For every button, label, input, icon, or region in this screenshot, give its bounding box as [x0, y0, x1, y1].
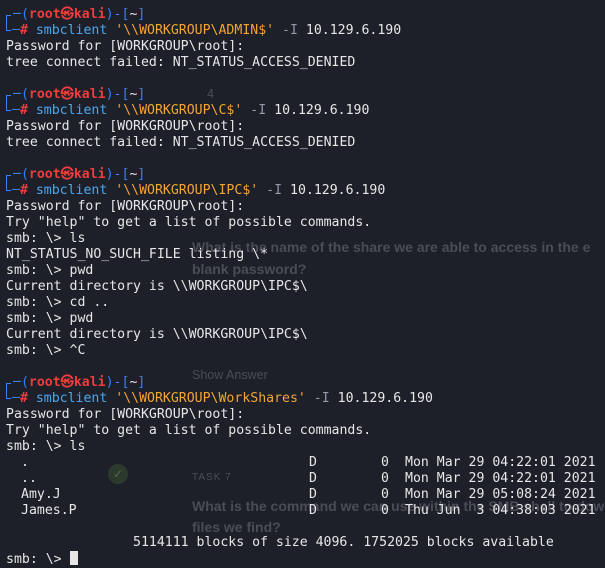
active-prompt[interactable]: smb: \>	[6, 551, 605, 567]
prompt-corner-top-icon	[6, 95, 11, 103]
smb-prompt: smb: \>	[6, 552, 70, 567]
prompt-corner-bottom-icon	[6, 103, 11, 111]
output-line: smb: \> pwd	[6, 263, 94, 278]
output-line: tree connect failed: NT_STATUS_ACCESS_DE…	[6, 135, 356, 150]
text-cursor	[69, 551, 78, 565]
command-line: ─# smbclient '\\WORKGROUP\IPC$' -I 10.12…	[6, 183, 605, 199]
output-line: smb: \> pwd	[6, 311, 94, 326]
prompt-header: ─(root㉿kali)-[~]	[6, 375, 605, 391]
terminal-output[interactable]: ─(root㉿kali)-[~] ─# smbclient '\\WORKGRO…	[6, 7, 605, 567]
prompt-header: ─(root㉿kali)-[~]	[6, 7, 605, 23]
output-line: tree connect failed: NT_STATUS_ACCESS_DE…	[6, 55, 356, 70]
output-line: Try "help" to get a list of possible com…	[6, 215, 372, 230]
prompt-corner-bottom-icon	[6, 391, 11, 399]
prompt-corner-top-icon	[6, 175, 11, 183]
output-line: smb: \> cd ..	[6, 295, 110, 310]
listing-row: James.P D 0 Thu Jun 3 04:38:03 2021	[21, 503, 596, 518]
prompt-corner-top-icon	[6, 15, 11, 23]
listing-row: . D 0 Mon Mar 29 04:22:01 2021	[21, 455, 596, 470]
prompt-header: ─(root㉿kali)-[~]	[6, 87, 605, 103]
output-line: Password for [WORKGROUP\root]:	[6, 199, 245, 214]
output-line: Password for [WORKGROUP\root]:	[6, 407, 245, 422]
output-line: smb: \> ls	[6, 439, 86, 454]
prompt-header: ─(root㉿kali)-[~]	[6, 167, 605, 183]
output-line: smb: \> ls	[6, 231, 86, 246]
output-line: Password for [WORKGROUP\root]:	[6, 39, 245, 54]
output-line: Password for [WORKGROUP\root]:	[6, 119, 245, 134]
blocks-summary: 5114111 blocks of size 4096. 1752025 blo…	[133, 535, 554, 550]
listing-row: Amy.J D 0 Mon Mar 29 05:08:24 2021	[21, 487, 596, 502]
command-line: ─# smbclient '\\WORKGROUP\ADMIN$' -I 10.…	[6, 23, 605, 39]
prompt-corner-bottom-icon	[6, 183, 11, 191]
output-line: NT_STATUS_NO_SUCH_FILE listing \*	[6, 247, 269, 262]
output-line: Try "help" to get a list of possible com…	[6, 423, 372, 438]
command-line: ─# smbclient '\\WORKGROUP\WorkShares' -I…	[6, 391, 605, 407]
output-line: smb: \> ^C	[6, 343, 86, 358]
prompt-corner-top-icon	[6, 383, 11, 391]
output-line: Current directory is \\WORKGROUP\IPC$\	[6, 279, 308, 294]
output-line: Current directory is \\WORKGROUP\IPC$\	[6, 327, 308, 342]
prompt-corner-bottom-icon	[6, 23, 11, 31]
listing-row: .. D 0 Mon Mar 29 04:22:01 2021	[21, 471, 596, 486]
command-line: ─# smbclient '\\WORKGROUP\C$' -I 10.129.…	[6, 103, 605, 119]
